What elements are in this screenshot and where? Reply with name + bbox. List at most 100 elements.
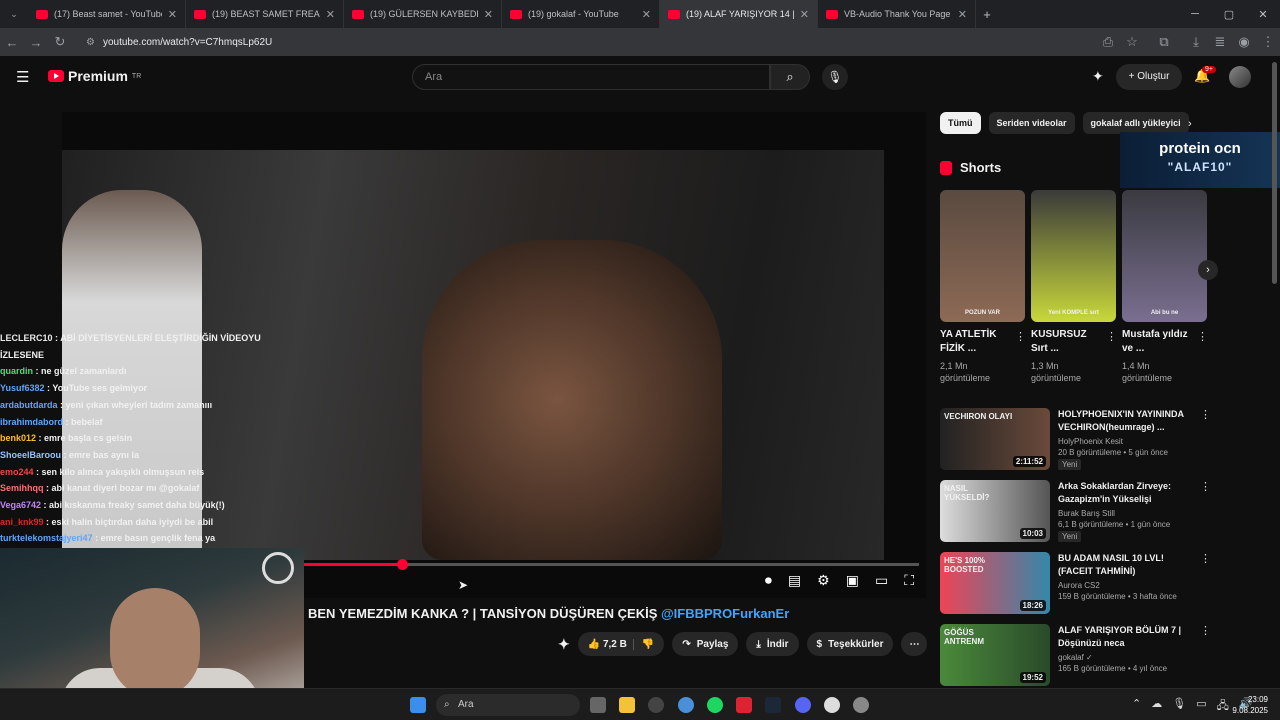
maximize-icon[interactable]: ▢: [1212, 8, 1246, 21]
video-thumbnail[interactable]: VECHIRON OLAYI 2:11:52: [940, 408, 1050, 470]
browser-tab[interactable]: (17) Beast samet - YouTube ✕: [28, 0, 186, 28]
filter-chip[interactable]: gokalaf adlı yükleyici: [1082, 112, 1189, 134]
media-control-icon[interactable]: ≣: [1208, 34, 1232, 50]
bookmark-star-icon[interactable]: ☆: [1120, 34, 1144, 50]
cast-icon[interactable]: ✦: [1092, 68, 1104, 85]
voice-search-button[interactable]: 🎙: [822, 64, 848, 90]
settings-gear-icon[interactable]: ⚙: [817, 572, 830, 589]
back-icon[interactable]: ←: [0, 35, 24, 50]
forward-icon[interactable]: →: [24, 35, 48, 50]
more-options-icon[interactable]: ⋮: [1106, 330, 1117, 356]
shorts-next-arrow-icon[interactable]: ›: [1198, 260, 1218, 280]
download-button[interactable]: ⤓ İndir: [746, 632, 799, 656]
reload-icon[interactable]: ↻: [48, 34, 72, 50]
task-view-icon[interactable]: [590, 697, 606, 713]
profile-icon[interactable]: ◉: [1232, 34, 1256, 50]
channel-name[interactable]: Burak Barış Still: [1058, 509, 1192, 518]
gift-icon[interactable]: ✦: [558, 636, 570, 653]
tray-app-icon[interactable]: ☁: [1151, 697, 1162, 716]
chrome-icon[interactable]: [678, 697, 694, 713]
like-button[interactable]: 👍 7,2 B: [588, 639, 627, 650]
taskbar-search[interactable]: ⌕ Ara: [436, 694, 580, 716]
app-icon[interactable]: [648, 697, 664, 713]
tab-search-icon[interactable]: ⌄: [0, 9, 28, 20]
browser-menu-icon[interactable]: ⋮: [1256, 34, 1280, 50]
share-button[interactable]: ↷ Paylaş: [672, 632, 739, 656]
app-red-icon[interactable]: [736, 697, 752, 713]
autoplay-toggle-icon[interactable]: ⏺: [765, 572, 772, 589]
short-item[interactable]: POZUN VAR YA ATLETİK FİZİK ... ⋮ 2,1 Mn gör…: [940, 190, 1026, 384]
progress-bar[interactable]: [304, 559, 919, 570]
new-tab-button[interactable]: +: [976, 7, 998, 22]
scrubber-handle[interactable]: [397, 559, 409, 570]
file-explorer-icon[interactable]: [619, 697, 635, 713]
filter-chip[interactable]: Tümü: [940, 112, 981, 134]
more-options-icon[interactable]: ⋮: [1015, 330, 1026, 356]
thanks-button[interactable]: $ Teşekkürler: [806, 632, 894, 656]
url-field[interactable]: ⚙ youtube.com/watch?v=C7hmqsLp62U: [78, 31, 1096, 53]
subtitles-icon[interactable]: ▤: [788, 572, 801, 589]
short-thumbnail[interactable]: POZUN VAR: [940, 190, 1025, 322]
taskbar-clock[interactable]: 23:09 9.08.2025: [1232, 694, 1268, 716]
site-info-icon[interactable]: ⚙: [86, 37, 95, 48]
recommended-video[interactable]: VECHIRON OLAYI 2:11:52 HOLYPHOENIX'IN YAYI…: [940, 408, 1211, 472]
channel-name[interactable]: HolyPhoenix Kesit: [1058, 437, 1192, 446]
youtube-logo[interactable]: Premium TR: [48, 68, 141, 84]
recommended-video[interactable]: NASIL YÜKSELDİ? 10:03 Arka Sokaklardan Zir…: [940, 480, 1211, 544]
more-options-icon[interactable]: ⋮: [1200, 624, 1211, 688]
fullscreen-icon[interactable]: ⛶: [904, 572, 914, 589]
short-item[interactable]: Yeni KOMPLE sırt KUSURSUZ Sırt ... ⋮ 1,3 Mn…: [1031, 190, 1117, 384]
short-thumbnail[interactable]: Yeni KOMPLE sırt: [1031, 190, 1116, 322]
downloads-icon[interactable]: ⤓: [1184, 34, 1208, 50]
recommended-video[interactable]: HE'S 100% BOOSTED 18:26 BU ADAM NASIL 10 L…: [940, 552, 1211, 616]
spotify-icon[interactable]: [707, 697, 723, 713]
video-thumbnail[interactable]: GÖĞÜS ANTRENM 19:52: [940, 624, 1050, 686]
channel-name[interactable]: gokalaf ✓: [1058, 653, 1192, 662]
create-button[interactable]: + Oluştur: [1116, 64, 1182, 90]
tray-mic-icon[interactable]: 🎙: [1172, 697, 1186, 716]
theater-mode-icon[interactable]: ▭: [875, 572, 888, 589]
windows-start-icon[interactable]: [410, 697, 426, 713]
video-thumbnail[interactable]: NASIL YÜKSELDİ? 10:03: [940, 480, 1050, 542]
install-app-icon[interactable]: ⎙: [1096, 34, 1120, 50]
discord-icon[interactable]: [795, 697, 811, 713]
browser-tab[interactable]: (19) gokalaf - YouTube ✕: [502, 0, 660, 28]
more-options-icon[interactable]: ⋮: [1200, 480, 1211, 544]
more-actions-button[interactable]: ⋯: [901, 632, 928, 656]
video-thumbnail[interactable]: HE'S 100% BOOSTED 18:26: [940, 552, 1050, 614]
network-icon[interactable]: 🖧: [1217, 697, 1229, 716]
more-options-icon[interactable]: ⋮: [1197, 330, 1208, 356]
settings-app-icon[interactable]: [853, 697, 869, 713]
chatgpt-icon[interactable]: [824, 697, 840, 713]
browser-tab[interactable]: (19) ALAF YARIŞIYOR 14 | B ✕: [660, 0, 818, 28]
browser-tab[interactable]: (19) GÜLERSEN KAYBEDERSİN ✕: [344, 0, 502, 28]
tab-close-icon[interactable]: ✕: [168, 8, 177, 21]
search-input[interactable]: Ara: [412, 64, 770, 90]
recommended-video[interactable]: GÖĞÜS ANTRENM 19:52 ALAF YARIŞIYOR BÖLÜM 7…: [940, 624, 1211, 688]
extensions-icon[interactable]: ⧉: [1152, 34, 1176, 50]
close-window-icon[interactable]: ✕: [1246, 8, 1280, 21]
tab-close-icon[interactable]: ✕: [642, 8, 651, 21]
tray-chevron-icon[interactable]: ⌃: [1132, 697, 1141, 716]
short-item[interactable]: Abi bu ne Mustafa yıldız ve ... ⋮ 1,4 Mn gö…: [1122, 190, 1208, 384]
avatar[interactable]: [1229, 66, 1251, 88]
hamburger-menu-icon[interactable]: ☰: [16, 68, 29, 86]
browser-tab[interactable]: (19) BEAST SAMET FREAKY BİR ✕: [186, 0, 344, 28]
tab-close-icon[interactable]: ✕: [958, 8, 967, 21]
short-thumbnail[interactable]: Abi bu ne: [1122, 190, 1207, 322]
more-options-icon[interactable]: ⋮: [1200, 408, 1211, 472]
channel-mention-link[interactable]: @IFBBPROFurkanEr: [661, 606, 789, 621]
tab-close-icon[interactable]: ✕: [326, 8, 335, 21]
minimize-icon[interactable]: ─: [1178, 8, 1212, 20]
filter-chip[interactable]: Seriden videolar: [988, 112, 1075, 134]
search-button[interactable]: ⌕: [770, 64, 810, 90]
chevron-right-icon[interactable]: ›: [1188, 118, 1192, 130]
tab-close-icon[interactable]: ✕: [484, 8, 493, 21]
page-scrollbar[interactable]: [1272, 62, 1277, 284]
dislike-button[interactable]: 👎: [632, 638, 654, 650]
browser-tab[interactable]: VB-Audio Thank You Page ✕: [818, 0, 976, 28]
miniplayer-icon[interactable]: ▣: [846, 572, 859, 589]
more-options-icon[interactable]: ⋮: [1200, 552, 1211, 616]
steam-icon[interactable]: [765, 697, 781, 713]
tab-close-icon[interactable]: ✕: [800, 8, 809, 21]
